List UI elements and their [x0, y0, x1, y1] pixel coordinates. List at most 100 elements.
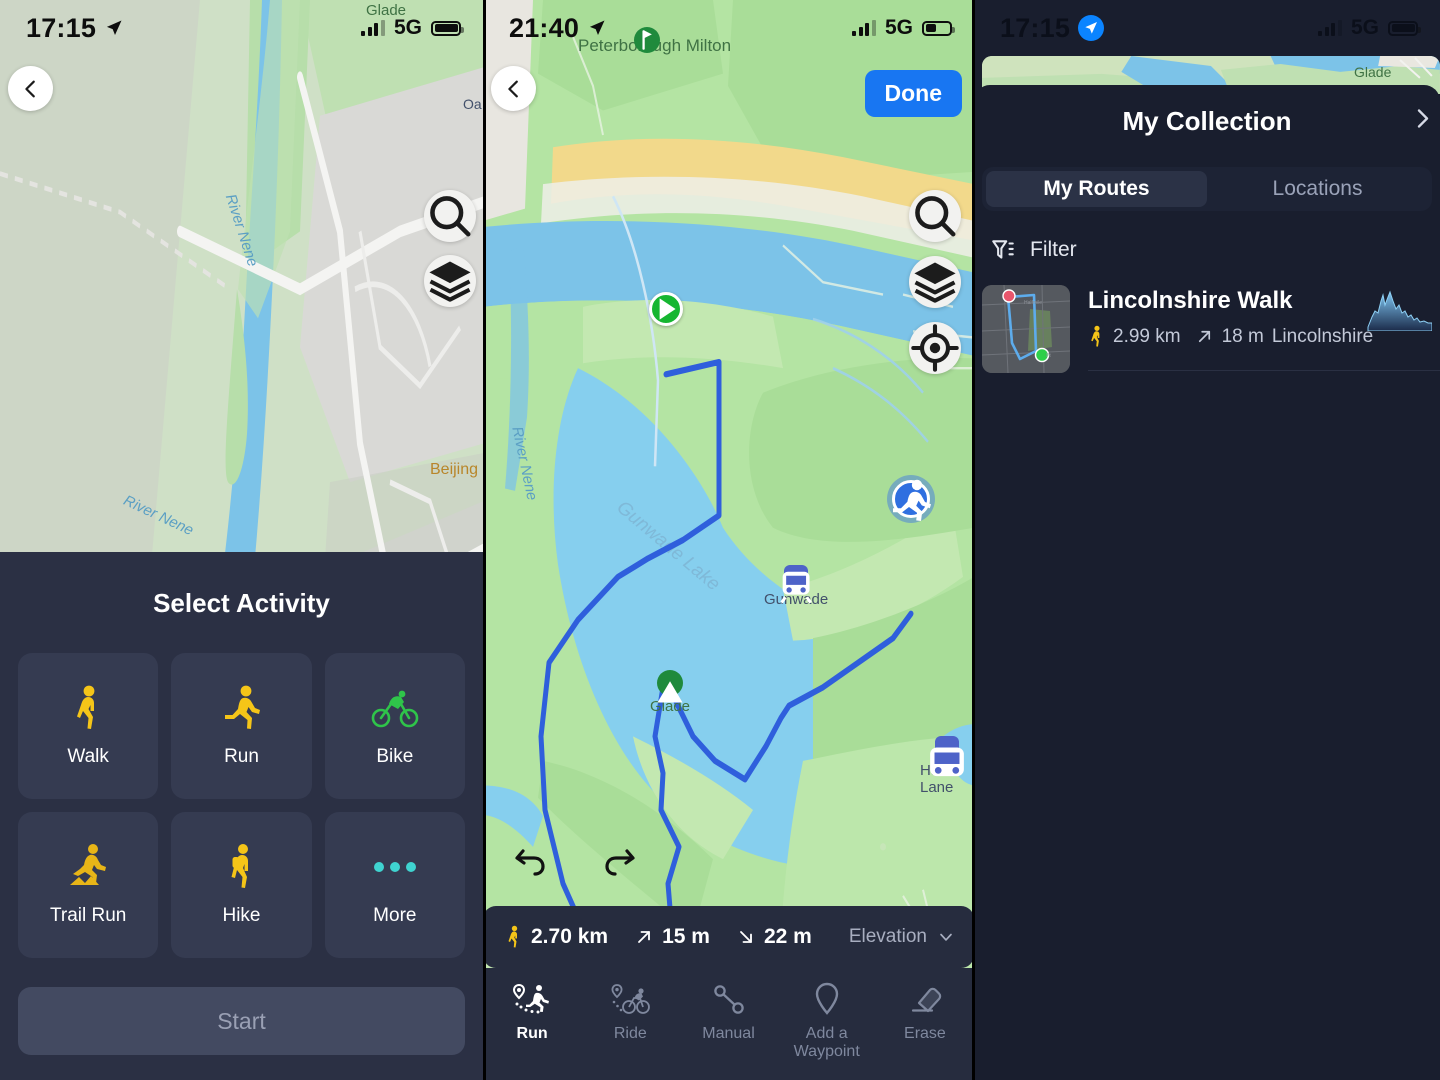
route-stats-bar: 2.70 km 15 m 22 m Elevation [483, 906, 974, 968]
map-poi-gunwade[interactable]: Gunwade [764, 565, 828, 608]
layers-icon [429, 261, 471, 302]
back-button-route[interactable] [491, 66, 536, 111]
collection-tabs: My Routes Locations [982, 167, 1432, 211]
status-time: 17:15 [1000, 12, 1071, 43]
undo-button[interactable] [509, 840, 551, 882]
station-poi-icon [780, 565, 812, 604]
activity-card-walk[interactable]: Walk [18, 653, 159, 799]
elevation-sparkline [1367, 290, 1432, 331]
filter-label: Filter [1030, 238, 1077, 261]
walk-icon [508, 925, 518, 948]
undo-redo-controls [483, 840, 641, 882]
route-ascent: 18 m [1221, 325, 1264, 347]
tool-manual[interactable]: Manual [679, 982, 777, 1043]
elevation-label: Elevation [848, 926, 927, 947]
runner-marker-icon [892, 479, 931, 521]
route-end-marker[interactable] [887, 475, 935, 523]
ride-route-icon [610, 982, 651, 1016]
tool-add-waypoint[interactable]: Add a Waypoint [778, 982, 876, 1062]
manual-line-icon [712, 982, 746, 1016]
collection-header: My Collection [974, 85, 1440, 157]
waypoint-pin-icon [812, 982, 842, 1016]
chevron-left-icon [507, 80, 518, 97]
chevron-down-icon [940, 933, 952, 941]
chevron-right-icon [1417, 109, 1429, 128]
activity-label: Walk [67, 746, 109, 767]
route-region: Lincolnshire [1271, 325, 1374, 347]
campsite-poi-icon [657, 670, 684, 703]
activity-card-run[interactable]: Run [171, 653, 312, 799]
route-toolbar: Run Ride Manual Add a Waypoint Erase [483, 968, 974, 1080]
start-button-label: Start [217, 1007, 266, 1034]
map-poi-peterborough-milton[interactable] [634, 27, 660, 53]
tool-label-waypoint: Add a Waypoint [794, 1025, 860, 1062]
run-route-icon [512, 982, 552, 1016]
map-poi-glade[interactable]: Glade [650, 670, 690, 715]
tool-label: Erase [904, 1025, 946, 1042]
map-search-button[interactable] [424, 190, 476, 242]
panel-divider-2 [972, 0, 975, 1080]
map-layers-button[interactable] [424, 255, 476, 307]
location-arrow-icon [1078, 15, 1105, 41]
list-item[interactable]: Halfmile Pt Lincolnshire Walk 2.99 km 18… [974, 263, 1440, 373]
route-start-marker[interactable] [649, 292, 683, 326]
tool-ride[interactable]: Ride [581, 982, 679, 1043]
activity-label: Trail Run [49, 905, 127, 926]
activity-grid: Walk Run Bike Trail Run Hike More [18, 653, 465, 958]
tool-label-line1: Add a [805, 1025, 848, 1042]
filter-icon [992, 240, 1014, 259]
svg-text:Pt: Pt [1046, 353, 1051, 359]
filter-button[interactable]: Filter [974, 211, 1440, 263]
stat-ascent: 15 m [634, 925, 710, 949]
tab-locations[interactable]: Locations [1207, 171, 1428, 207]
activity-label: Run [224, 746, 259, 767]
arrow-up-right-icon [1198, 330, 1210, 343]
status-bar-collection: 17:15 5G [974, 0, 1440, 56]
my-collection-sheet: My Collection My Routes Locations Filter… [974, 85, 1440, 1080]
tab-label: My Routes [1043, 177, 1150, 200]
activity-card-more[interactable]: More [324, 812, 465, 958]
page-title: My Collection [1122, 105, 1292, 136]
panel-my-collection: Glade My Collection My Routes Locations [974, 0, 1440, 1080]
tool-label: Run [516, 1025, 548, 1042]
collection-expand-button[interactable] [1410, 106, 1434, 137]
stat-ascent-value: 15 m [662, 925, 710, 948]
back-button-select[interactable] [8, 66, 53, 111]
network-label: 5G [1350, 16, 1379, 39]
activity-label: More [373, 905, 417, 926]
signal-bars-icon [1318, 20, 1342, 36]
panel-select-activity: Glade Oa River Nene River Nene Beijing 1… [0, 0, 483, 1080]
map-poi-ham-lane[interactable]: Ham Lane [920, 736, 974, 796]
elevation-toggle[interactable]: Elevation [849, 926, 956, 948]
play-start-icon [649, 292, 683, 326]
svg-text:Halfmile: Halfmile [1024, 300, 1042, 306]
sheet-title: Select Activity [153, 588, 330, 618]
battery-icon [1388, 20, 1421, 36]
walk-icon [1091, 325, 1100, 347]
three-panel-screenshot: Glade Oa River Nene River Nene Beijing 1… [0, 0, 1440, 1080]
stat-distance-value: 2.70 km [531, 925, 609, 948]
trail-run-icon [65, 843, 111, 891]
walk-icon [71, 684, 105, 732]
activity-card-hike[interactable]: Hike [171, 812, 312, 958]
tool-erase[interactable]: Erase [876, 982, 974, 1043]
run-icon [219, 684, 263, 732]
stat-distance: 2.70 km [505, 925, 608, 949]
end-marker-halo [887, 475, 935, 523]
redo-icon [605, 849, 635, 876]
done-button[interactable]: Done [864, 70, 962, 117]
done-button-label: Done [884, 80, 943, 106]
tool-label-line2: Waypoint [793, 1043, 860, 1061]
redo-button[interactable] [599, 840, 641, 882]
select-activity-sheet: Select Activity Walk Run Bike Trail Run … [0, 552, 483, 1080]
activity-card-trail-run[interactable]: Trail Run [18, 812, 159, 958]
route-info: Lincolnshire Walk 2.99 km 18 m Lincolnsh… [1088, 285, 1440, 371]
bike-icon [371, 684, 419, 732]
tab-label: Locations [1272, 177, 1363, 200]
tab-my-routes[interactable]: My Routes [986, 171, 1207, 207]
activity-card-bike[interactable]: Bike [324, 653, 465, 799]
start-button[interactable]: Start [18, 987, 465, 1055]
hike-icon [224, 843, 258, 891]
tool-run[interactable]: Run [483, 982, 581, 1043]
activity-label: Bike [376, 746, 414, 767]
